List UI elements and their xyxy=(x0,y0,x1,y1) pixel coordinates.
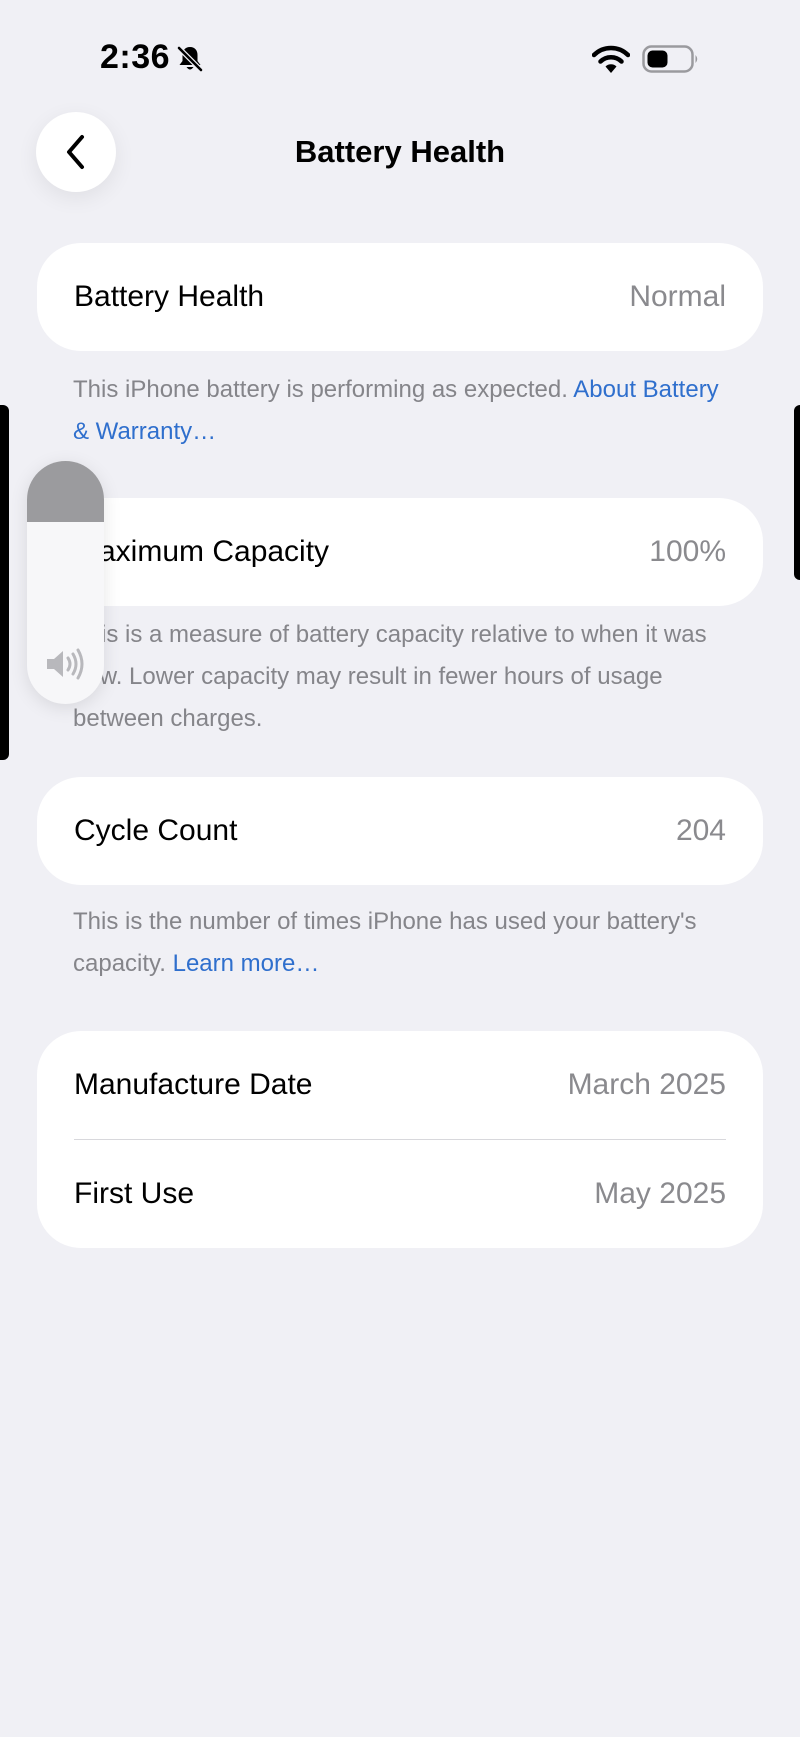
battery-health-label: Battery Health xyxy=(74,280,265,313)
battery-health-footnote-text: This iPhone battery is performing as exp… xyxy=(73,376,574,403)
cycle-count-row: Cycle Count 204 xyxy=(37,777,763,885)
battery-health-row: Battery Health Normal xyxy=(37,243,763,351)
manufacture-date-row: Manufacture Date March 2025 xyxy=(37,1031,763,1139)
dates-card: Manufacture Date March 2025 First Use Ma… xyxy=(37,1031,763,1248)
battery-health-value: Normal xyxy=(629,280,726,313)
learn-more-link[interactable]: Learn more… xyxy=(173,950,320,977)
cycle-count-card: Cycle Count 204 xyxy=(37,777,763,885)
status-time: 2:36 xyxy=(100,38,171,76)
manufacture-date-value: March 2025 xyxy=(567,1068,726,1101)
cycle-count-footnote: This is the number of times iPhone has u… xyxy=(73,901,733,985)
cycle-count-value: 204 xyxy=(675,814,726,847)
status-bar: 2:36 xyxy=(0,0,800,110)
battery-health-footnote: This iPhone battery is performing as exp… xyxy=(73,369,733,453)
maximum-capacity-row: Maximum Capacity 100% xyxy=(37,498,763,606)
battery-icon xyxy=(642,45,698,73)
first-use-value: May 2025 xyxy=(594,1177,726,1210)
cycle-count-label: Cycle Count xyxy=(74,814,238,847)
volume-level-fill xyxy=(27,461,104,522)
volume-hud[interactable] xyxy=(27,461,104,704)
first-use-label: First Use xyxy=(74,1177,194,1210)
manufacture-date-label: Manufacture Date xyxy=(74,1068,313,1101)
maximum-capacity-label: Maximum Capacity xyxy=(74,535,330,568)
maximum-capacity-value: 100% xyxy=(649,535,726,568)
maximum-capacity-footnote: This is a measure of battery capacity re… xyxy=(73,621,707,732)
battery-health-card: Battery Health Normal xyxy=(37,243,763,351)
cycle-count-footnote-text: This is the number of times iPhone has u… xyxy=(73,908,697,977)
wifi-icon xyxy=(592,45,630,73)
bell-off-icon xyxy=(177,46,203,72)
speaker-icon xyxy=(47,648,84,680)
first-use-row: First Use May 2025 xyxy=(37,1140,763,1248)
maximum-capacity-card: Maximum Capacity 100% xyxy=(37,498,763,606)
page-title: Battery Health xyxy=(294,134,506,169)
screen-edge-right xyxy=(794,405,800,580)
screen-edge-left xyxy=(0,405,9,760)
